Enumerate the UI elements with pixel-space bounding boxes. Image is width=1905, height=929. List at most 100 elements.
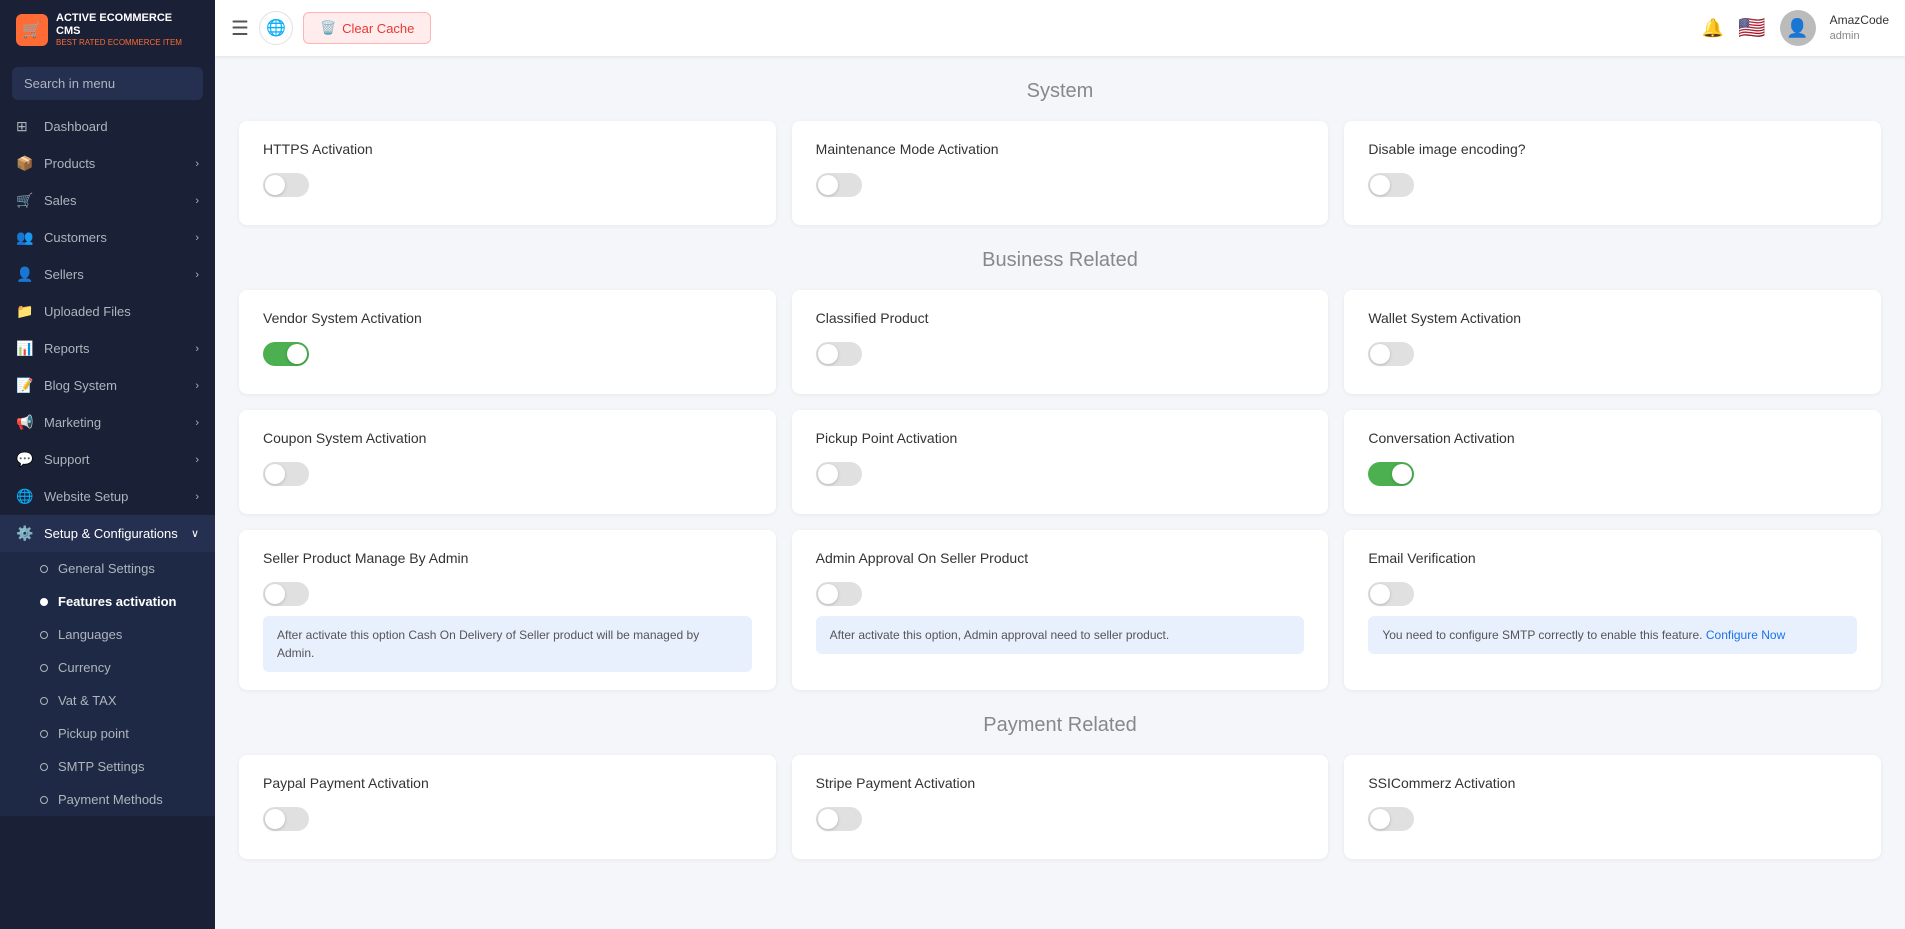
dot-languages	[40, 631, 48, 639]
reports-arrow-icon: ›	[195, 343, 199, 355]
vendor-toggle-wrap	[263, 342, 752, 366]
nav-website-setup[interactable]: 🌐 Website Setup ›	[0, 478, 215, 515]
uploaded-files-icon: 📁	[16, 303, 34, 320]
nav-dashboard[interactable]: ⊞ Dashboard	[0, 108, 215, 145]
subnav-features-activation[interactable]: Features activation	[0, 585, 215, 618]
subnav-payment-label: Payment Methods	[58, 792, 163, 807]
business-section-title: Business Related	[239, 249, 1881, 272]
nav-products-label: Products	[44, 156, 95, 171]
subnav-vat-tax[interactable]: Vat & TAX	[0, 684, 215, 717]
vendor-title: Vendor System Activation	[263, 310, 752, 326]
clear-cache-button[interactable]: 🗑️ Clear Cache	[303, 12, 431, 44]
user-info: AmazCode admin	[1830, 13, 1889, 43]
seller-manage-title: Seller Product Manage By Admin	[263, 550, 752, 566]
support-arrow-icon: ›	[195, 454, 199, 466]
nav-customers[interactable]: 👥 Customers ›	[0, 219, 215, 256]
configure-now-link[interactable]: Configure Now	[1706, 628, 1785, 642]
subnav-languages[interactable]: Languages	[0, 618, 215, 651]
nav-marketing[interactable]: 📢 Marketing ›	[0, 404, 215, 441]
admin-approval-toggle[interactable]	[816, 582, 862, 606]
coupon-toggle[interactable]	[263, 462, 309, 486]
website-setup-arrow-icon: ›	[195, 491, 199, 503]
notification-icon[interactable]: 🔔	[1702, 18, 1724, 39]
topbar: ☰ 🌐 🗑️ Clear Cache 🔔 🇺🇸 👤 AmazCode admin	[215, 0, 1905, 56]
image-encoding-toggle[interactable]	[1368, 173, 1414, 197]
card-admin-approval: Admin Approval On Seller Product After a…	[792, 530, 1329, 690]
classified-toggle[interactable]	[816, 342, 862, 366]
products-arrow-icon: ›	[195, 158, 199, 170]
conversation-toggle[interactable]	[1368, 462, 1414, 486]
email-verification-toggle-wrap	[1368, 582, 1857, 606]
nav-sellers[interactable]: 👤 Sellers ›	[0, 256, 215, 293]
pickup-toggle[interactable]	[816, 462, 862, 486]
subnav-pickup-point[interactable]: Pickup point	[0, 717, 215, 750]
paypal-toggle[interactable]	[263, 807, 309, 831]
subnav-general-label: General Settings	[58, 561, 155, 576]
nav-blog-label: Blog System	[44, 378, 117, 393]
dot-vat	[40, 697, 48, 705]
seller-manage-toggle[interactable]	[263, 582, 309, 606]
maintenance-toggle-wrap	[816, 173, 1305, 197]
stripe-title: Stripe Payment Activation	[816, 775, 1305, 791]
customers-icon: 👥	[16, 229, 34, 246]
subnav-smtp[interactable]: SMTP Settings	[0, 750, 215, 783]
card-https-activation: HTTPS Activation	[239, 121, 776, 225]
clear-cache-icon: 🗑️	[320, 20, 336, 36]
payment-cards-grid: Paypal Payment Activation Stripe Payment…	[239, 755, 1881, 859]
seller-manage-toggle-wrap	[263, 582, 752, 606]
nav-sellers-label: Sellers	[44, 267, 84, 282]
sslcommerz-toggle[interactable]	[1368, 807, 1414, 831]
topbar-right: 🔔 🇺🇸 👤 AmazCode admin	[1702, 10, 1889, 46]
nav-products[interactable]: 📦 Products ›	[0, 145, 215, 182]
section-business: Business Related Vendor System Activatio…	[239, 249, 1881, 690]
nav-reports-label: Reports	[44, 341, 90, 356]
nav-customers-label: Customers	[44, 230, 107, 245]
nav-website-setup-label: Website Setup	[44, 489, 128, 504]
card-classified-product: Classified Product	[792, 290, 1329, 394]
nav-uploaded-files[interactable]: 📁 Uploaded Files	[0, 293, 215, 330]
nav-setup-configurations[interactable]: ⚙️ Setup & Configurations ∨	[0, 515, 215, 552]
wallet-toggle[interactable]	[1368, 342, 1414, 366]
card-https-title: HTTPS Activation	[263, 141, 752, 157]
vendor-toggle[interactable]	[263, 342, 309, 366]
business-cards-grid: Vendor System Activation Classified Prod…	[239, 290, 1881, 690]
nav-setup-label: Setup & Configurations	[44, 526, 178, 541]
email-verification-info: You need to configure SMTP correctly to …	[1368, 616, 1857, 654]
card-pickup-point-activation: Pickup Point Activation	[792, 410, 1329, 514]
system-cards-grid: HTTPS Activation Maintenance Mode Activa…	[239, 121, 1881, 225]
language-flag[interactable]: 🇺🇸	[1738, 15, 1765, 41]
email-verification-title: Email Verification	[1368, 550, 1857, 566]
nav-blog-system[interactable]: 📝 Blog System ›	[0, 367, 215, 404]
admin-approval-info: After activate this option, Admin approv…	[816, 616, 1305, 654]
stripe-toggle[interactable]	[816, 807, 862, 831]
globe-button[interactable]: 🌐	[259, 11, 293, 45]
coupon-toggle-wrap	[263, 462, 752, 486]
subnav-features-label: Features activation	[58, 594, 177, 609]
card-coupon-system: Coupon System Activation	[239, 410, 776, 514]
sales-arrow-icon: ›	[195, 195, 199, 207]
image-encoding-toggle-wrap	[1368, 173, 1857, 197]
nav-reports[interactable]: 📊 Reports ›	[0, 330, 215, 367]
email-verification-toggle[interactable]	[1368, 582, 1414, 606]
nav-sales[interactable]: 🛒 Sales ›	[0, 182, 215, 219]
classified-toggle-wrap	[816, 342, 1305, 366]
sidebar: 🛒 ACTIVE ECOMMERCE CMS BEST RATED ECOMME…	[0, 0, 215, 929]
setup-arrow-icon: ∨	[191, 527, 199, 540]
subnav-currency[interactable]: Currency	[0, 651, 215, 684]
hamburger-icon[interactable]: ☰	[231, 16, 249, 41]
card-seller-product-manage: Seller Product Manage By Admin After act…	[239, 530, 776, 690]
subnav-languages-label: Languages	[58, 627, 122, 642]
conversation-toggle-wrap	[1368, 462, 1857, 486]
nav-marketing-label: Marketing	[44, 415, 101, 430]
subnav-payment-methods[interactable]: Payment Methods	[0, 783, 215, 816]
nav-support[interactable]: 💬 Support ›	[0, 441, 215, 478]
search-input[interactable]	[12, 67, 203, 100]
card-image-encoding: Disable image encoding?	[1344, 121, 1881, 225]
subnav-general-settings[interactable]: General Settings	[0, 552, 215, 585]
https-toggle[interactable]	[263, 173, 309, 197]
maintenance-toggle[interactable]	[816, 173, 862, 197]
setup-icon: ⚙️	[16, 525, 34, 542]
dot-features	[40, 598, 48, 606]
sellers-arrow-icon: ›	[195, 269, 199, 281]
support-icon: 💬	[16, 451, 34, 468]
